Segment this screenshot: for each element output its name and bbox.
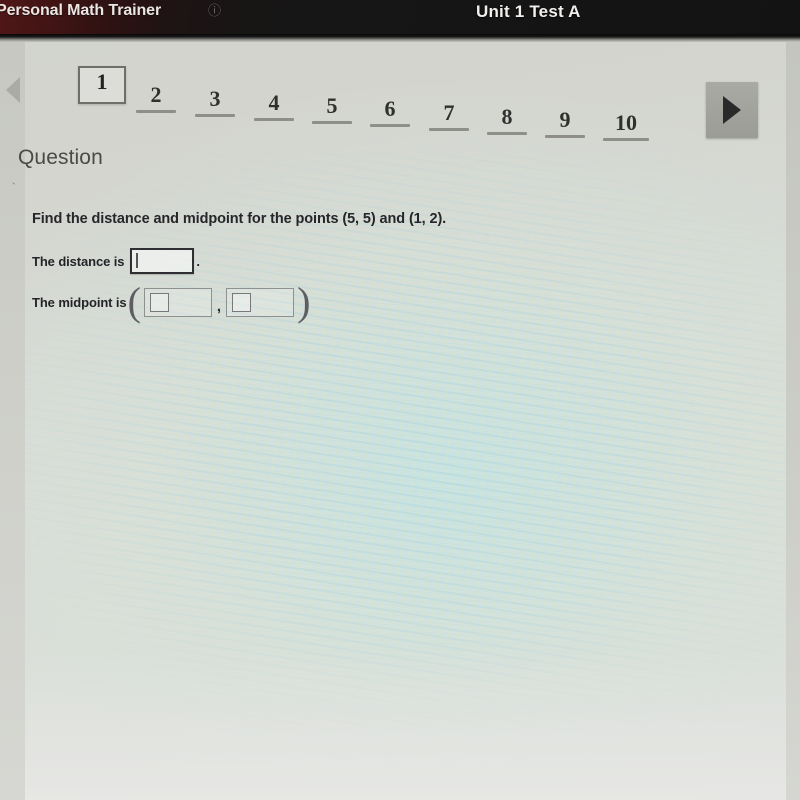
placeholder-square-icon (149, 292, 169, 312)
pager-item-list: 1 2 3 4 5 6 7 8 9 10 (78, 60, 698, 150)
pager-item-rule (603, 138, 649, 141)
pager-item-label: 10 (615, 110, 637, 135)
distance-label: The distance is (32, 253, 125, 269)
pager-item-label: 2 (150, 82, 162, 107)
app-header-bar: Personal Math Trainer ⓘ Unit 1 Test A (0, 0, 800, 34)
pager-item-9[interactable]: 9 (545, 107, 585, 138)
triangle-left-icon (6, 77, 20, 103)
pager-tick-mark: ` (12, 182, 16, 194)
close-paren: ) (297, 279, 311, 324)
pager-item-rule (80, 97, 124, 100)
info-circle-icon[interactable]: ⓘ (208, 3, 223, 18)
pager-item-3[interactable]: 3 (195, 86, 235, 117)
midpoint-y-input[interactable] (226, 287, 295, 317)
pager-item-label: 4 (268, 90, 280, 115)
pager-next-button[interactable] (706, 82, 758, 138)
pager-item-rule (545, 135, 585, 138)
distance-trailing-period: . (196, 253, 201, 269)
question-statement: Find the distance and midpoint for the p… (32, 211, 447, 227)
placeholder-square-icon (232, 292, 252, 312)
test-screen: Personal Math Trainer ⓘ Unit 1 Test A ` … (0, 0, 800, 800)
pager-item-2[interactable]: 2 (136, 82, 176, 113)
pager-item-rule (136, 110, 176, 113)
pager-item-rule (195, 114, 235, 117)
pager-item-4[interactable]: 4 (254, 90, 294, 121)
app-title: Personal Math Trainer (0, 2, 162, 19)
pager-item-5[interactable]: 5 (312, 93, 352, 124)
text-caret (136, 253, 138, 268)
pager-item-label: 9 (559, 107, 571, 132)
pager-item-8[interactable]: 8 (487, 104, 527, 135)
pager-item-rule (370, 124, 410, 127)
pager-item-10[interactable]: 10 (603, 110, 649, 141)
pager-item-label: 3 (209, 86, 221, 111)
question-pager: ` 1 2 3 4 5 6 7 8 9 10 (0, 60, 800, 194)
page-title: Question (18, 146, 103, 169)
pager-item-1[interactable]: 1 (78, 66, 126, 104)
pager-item-label: 6 (384, 96, 396, 121)
pager-item-label: 1 (96, 69, 108, 94)
pager-item-rule (487, 132, 527, 135)
pager-item-rule (312, 121, 352, 124)
pager-item-label: 7 (443, 100, 455, 125)
header-bottom-edge (0, 34, 800, 42)
pager-item-rule (254, 118, 294, 121)
pager-item-label: 5 (326, 93, 338, 118)
midpoint-answer-row: The midpoint is ( , ) (32, 279, 311, 324)
pager-item-rule (429, 128, 469, 131)
triangle-right-icon (723, 96, 741, 124)
pager-prev-button[interactable] (6, 77, 28, 103)
distance-answer-row: The distance is . (32, 248, 200, 274)
midpoint-separator: , (216, 297, 222, 315)
distance-input[interactable] (130, 248, 195, 274)
open-paren: ( (127, 279, 141, 324)
pager-item-7[interactable]: 7 (429, 100, 469, 131)
pager-item-6[interactable]: 6 (370, 96, 410, 127)
midpoint-x-input[interactable] (143, 287, 212, 317)
midpoint-label: The midpoint is (32, 294, 127, 310)
pager-item-label: 8 (501, 104, 513, 129)
unit-title: Unit 1 Test A (476, 2, 581, 21)
